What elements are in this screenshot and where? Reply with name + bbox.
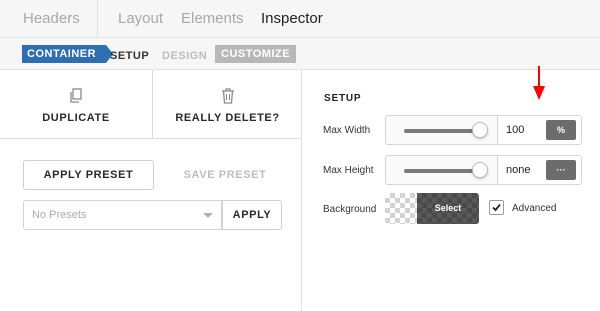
slider-track [404,129,482,133]
slider-handle[interactable] [472,122,488,138]
slider-track [404,169,482,173]
chevron-down-icon [203,213,213,218]
tab-divider [97,0,98,38]
advanced-checkbox[interactable] [489,200,504,215]
apply-preset-button[interactable]: APPLY PRESET [23,160,154,190]
delete-button[interactable]: REALLY DELETE? [153,70,302,139]
breadcrumb-setup[interactable]: SETUP [110,50,149,62]
max-width-value: 100 [506,124,525,136]
background-label: Background [323,204,377,215]
tab-inspector[interactable]: Inspector [261,10,323,27]
max-height-field[interactable]: none ··· [497,155,582,185]
transparency-swatch [385,193,417,224]
apply-button[interactable]: APPLY [222,200,282,230]
max-width-field[interactable]: 100 % [497,115,582,145]
breadcrumb-container[interactable]: CONTAINER [22,45,114,63]
max-height-slider[interactable] [385,155,497,185]
preset-select-value: No Presets [32,209,87,221]
setup-section-title: SETUP [324,93,362,104]
select-label: Select [434,203,462,213]
trash-icon [221,88,235,109]
checkmark-icon [492,203,501,212]
breadcrumb-design[interactable]: DESIGN [162,50,207,62]
left-panel: DUPLICATE REALLY DELETE? APPLY PRESET SA… [0,70,302,311]
unit-button[interactable]: % [546,120,576,140]
tab-elements[interactable]: Elements [181,10,244,27]
max-height-value: none [506,164,531,176]
breadcrumb: CONTAINER SETUP DESIGN CUSTOMIZE [0,38,600,70]
save-preset-button[interactable]: SAVE PRESET [170,160,280,190]
tab-layout[interactable]: Layout [118,10,163,27]
delete-label: REALLY DELETE? [175,112,280,124]
max-height-label: Max Height [323,165,374,176]
copy-icon [69,88,83,109]
background-color-picker[interactable]: Select [385,193,479,224]
advanced-label: Advanced [512,203,557,214]
action-row: DUPLICATE REALLY DELETE? [0,70,302,139]
duplicate-label: DUPLICATE [42,112,110,124]
tab-headers[interactable]: Headers [23,10,80,27]
top-tab-bar: Headers Layout Elements Inspector [0,0,600,38]
max-width-label: Max Width [323,125,371,136]
breadcrumb-customize[interactable]: CUSTOMIZE [215,45,297,63]
max-width-slider[interactable] [385,115,497,145]
more-button[interactable]: ··· [546,160,576,180]
preset-select[interactable]: No Presets [23,200,222,230]
slider-handle[interactable] [472,162,488,178]
duplicate-button[interactable]: DUPLICATE [0,70,152,139]
annotation-arrow-icon [533,66,545,100]
